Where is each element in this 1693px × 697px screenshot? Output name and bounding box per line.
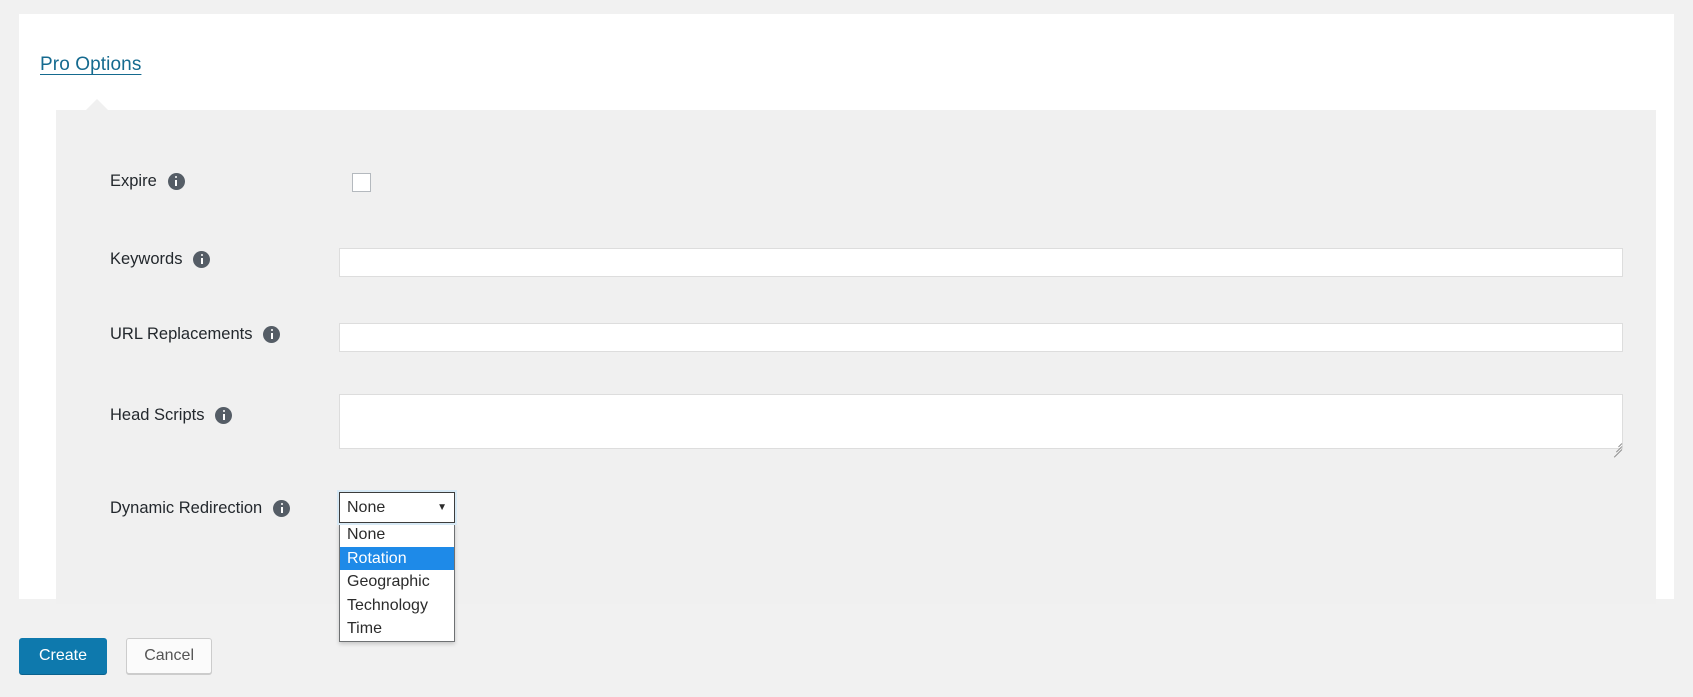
select-selected-value: None <box>347 498 386 516</box>
tab-pro-options-container: Pro Options <box>40 54 141 76</box>
select-dynamic-redirection-wrapper: None ▼ None Rotation Geographic Technolo… <box>339 492 455 642</box>
info-icon-expire[interactable] <box>167 173 185 190</box>
select-dropdown-list: None Rotation Geographic Technology Time <box>339 523 455 642</box>
option-none[interactable]: None <box>340 523 454 547</box>
select-dynamic-redirection[interactable]: None ▼ <box>339 492 455 523</box>
form-actions: Create Cancel <box>19 638 213 674</box>
pro-options-panel: Expire Keywords URL Replacements Head Sc… <box>56 110 1656 642</box>
pro-options-card: Pro Options Expire Keywords URL Replacem… <box>19 14 1674 642</box>
label-url-replacements-text: URL Replacements <box>110 325 253 343</box>
label-url-replacements: URL Replacements <box>110 325 281 344</box>
info-icon-head-scripts[interactable] <box>215 407 233 424</box>
label-head-scripts: Head Scripts <box>110 406 233 425</box>
option-geographic[interactable]: Geographic <box>340 570 454 594</box>
panel-caret-icon <box>86 99 108 110</box>
tab-pro-options[interactable]: Pro Options <box>40 54 141 75</box>
create-button[interactable]: Create <box>19 638 108 674</box>
label-keywords-text: Keywords <box>110 250 183 268</box>
input-url-replacements[interactable] <box>339 323 1623 352</box>
option-rotation[interactable]: Rotation <box>340 546 454 570</box>
label-head-scripts-text: Head Scripts <box>110 406 205 424</box>
label-dynamic-redirection-text: Dynamic Redirection <box>110 499 263 517</box>
option-time[interactable]: Time <box>340 617 454 641</box>
checkbox-expire[interactable] <box>352 173 371 192</box>
info-icon-dynamic-redirection[interactable] <box>273 500 291 517</box>
option-technology[interactable]: Technology <box>340 594 454 618</box>
textarea-head-scripts[interactable] <box>339 394 1623 449</box>
cancel-button[interactable]: Cancel <box>126 638 213 674</box>
info-icon-url-replacements[interactable] <box>263 326 281 343</box>
label-expire-text: Expire <box>110 172 157 190</box>
info-icon-keywords[interactable] <box>193 251 211 268</box>
input-keywords[interactable] <box>339 248 1623 277</box>
label-dynamic-redirection: Dynamic Redirection <box>110 499 291 518</box>
label-keywords: Keywords <box>110 250 211 269</box>
chevron-down-icon: ▼ <box>437 501 447 513</box>
label-expire: Expire <box>110 172 185 191</box>
